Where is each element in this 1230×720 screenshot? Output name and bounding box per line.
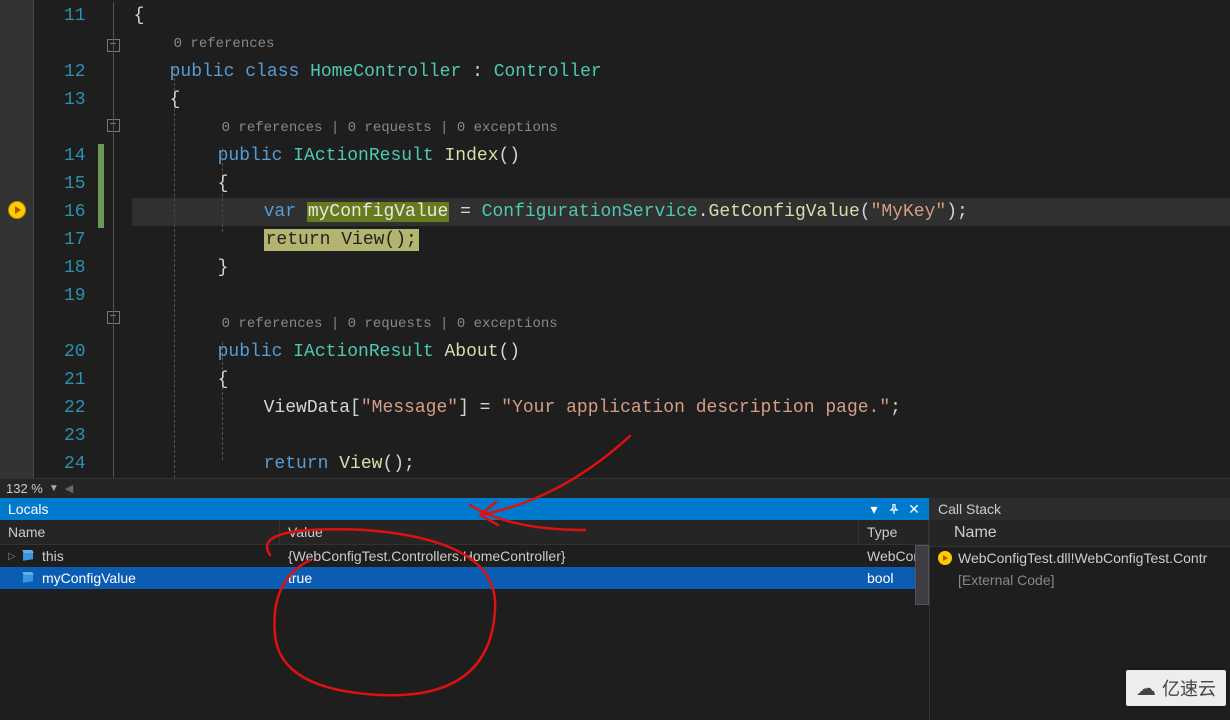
code-line <box>132 282 1230 310</box>
codelens-indicator[interactable]: 0 references | 0 requests | 0 exceptions <box>132 114 1230 142</box>
variable-object-icon <box>22 572 36 584</box>
codelens-indicator[interactable]: 0 references <box>132 30 1230 58</box>
line-number: 19 <box>64 282 86 310</box>
breakpoint-gutter[interactable] <box>0 0 34 478</box>
code-line: } <box>132 254 1230 282</box>
code-line: return View(); <box>132 450 1230 478</box>
code-content[interactable]: { 0 references public class HomeControll… <box>132 0 1230 478</box>
column-header-name[interactable]: Name <box>930 520 1005 546</box>
pin-icon[interactable] <box>887 502 901 516</box>
code-line: public class HomeController : Controller <box>132 58 1230 86</box>
code-line: public IActionResult Index() <box>132 142 1230 170</box>
locals-columns-header[interactable]: Name Value Type <box>0 520 929 545</box>
variable-highlight: myConfigValue <box>307 202 449 222</box>
cloud-icon: ☁ <box>1136 676 1156 701</box>
code-line: return View(); <box>132 226 1230 254</box>
code-line: var myConfigValue = ConfigurationService… <box>132 198 1230 226</box>
zoom-dropdown-icon[interactable]: ▼ <box>49 483 59 494</box>
watermark-badge: ☁ 亿速云 <box>1126 670 1226 706</box>
expander-icon[interactable]: ▷ <box>8 551 20 562</box>
scrollbar-thumb[interactable] <box>915 545 929 605</box>
locals-panel-title[interactable]: Locals ▾ ✕ <box>0 498 929 520</box>
line-number: 16 <box>64 198 86 226</box>
line-number: 21 <box>64 366 86 394</box>
line-number: 17 <box>64 226 86 254</box>
code-line <box>132 422 1230 450</box>
line-number: 24 <box>64 450 86 478</box>
code-line: ViewData["Message"] = "Your application … <box>132 394 1230 422</box>
column-header-type[interactable]: Type <box>859 520 929 544</box>
callstack-row[interactable]: WebConfigTest.dll!WebConfigTest.Contr <box>930 547 1230 569</box>
code-line: { <box>132 86 1230 114</box>
close-icon[interactable]: ✕ <box>907 502 921 516</box>
debug-panels: Locals ▾ ✕ Name Value Type ▷this {WebCon… <box>0 498 1230 720</box>
variable-object-icon <box>22 550 36 562</box>
locals-panel: Locals ▾ ✕ Name Value Type ▷this {WebCon… <box>0 498 930 720</box>
code-line: public IActionResult About() <box>132 338 1230 366</box>
line-number: 14 <box>64 142 86 170</box>
line-number: 11 <box>64 2 86 30</box>
callstack-columns-header[interactable]: Name <box>930 520 1230 547</box>
next-statement-highlight: return View(); <box>264 229 419 251</box>
zoom-level[interactable]: 132 % <box>6 481 43 496</box>
codelens-indicator[interactable]: 0 references | 0 requests | 0 exceptions <box>132 310 1230 338</box>
code-editor[interactable]: 11 12 13 14 15 16 17 18 19 20 21 22 23 2… <box>0 0 1230 478</box>
current-frame-icon <box>938 551 952 565</box>
editor-zoom-bar: 132 % ▼ ◀ <box>0 478 1230 498</box>
column-header-value[interactable]: Value <box>280 520 859 544</box>
line-number: 12 <box>64 58 86 86</box>
callstack-panel-title[interactable]: Call Stack <box>930 498 1230 520</box>
locals-row[interactable]: ▷this {WebConfigTest.Controllers.HomeCon… <box>0 545 929 567</box>
line-number: 23 <box>64 422 86 450</box>
line-number: 22 <box>64 394 86 422</box>
code-line: { <box>132 2 1230 30</box>
locals-row[interactable]: myConfigValue true bool <box>0 567 929 589</box>
current-line-indicator-icon <box>8 201 26 219</box>
line-number-gutter: 11 12 13 14 15 16 17 18 19 20 21 22 23 2… <box>34 0 104 478</box>
scroll-left-icon[interactable]: ◀ <box>65 482 73 495</box>
line-number: 18 <box>64 254 86 282</box>
callstack-row[interactable]: [External Code] <box>930 569 1230 591</box>
line-number: 15 <box>64 170 86 198</box>
code-line: { <box>132 170 1230 198</box>
code-line: { <box>132 366 1230 394</box>
line-number: 13 <box>64 86 86 114</box>
fold-gutter[interactable]: − − − <box>104 0 132 478</box>
column-header-name[interactable]: Name <box>0 520 280 544</box>
line-number: 20 <box>64 338 86 366</box>
window-options-icon[interactable]: ▾ <box>867 502 881 516</box>
locals-grid[interactable]: ▷this {WebConfigTest.Controllers.HomeCon… <box>0 545 929 720</box>
